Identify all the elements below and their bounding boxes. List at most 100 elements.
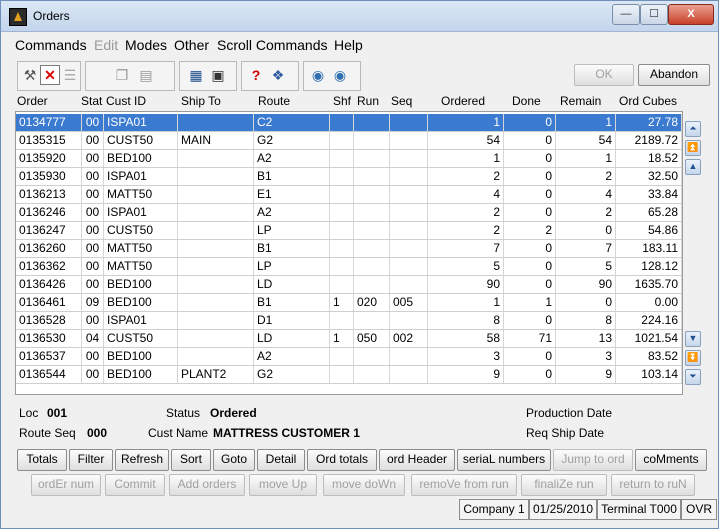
help-book-icon[interactable]: ❖ (270, 67, 286, 83)
window-title: Orders (33, 9, 70, 23)
goto-button[interactable]: Goto (213, 449, 255, 471)
maximize-button[interactable]: ☐ (640, 4, 668, 25)
filter-button[interactable]: Filter (69, 449, 113, 471)
minimize-button[interactable]: — (612, 4, 640, 25)
add-orders-button[interactable]: Add orders (169, 474, 245, 496)
menu-commands[interactable]: Commands (15, 37, 87, 53)
totals-button[interactable]: Totals (17, 449, 67, 471)
globe-icon[interactable]: ◉ (310, 67, 326, 83)
refresh-button[interactable]: Refresh (115, 449, 169, 471)
column-header-remain[interactable]: Remain (560, 94, 601, 108)
cell-order: 0135315 (16, 132, 82, 149)
commit-button[interactable]: Commit (105, 474, 165, 496)
detail-button[interactable]: Detail (257, 449, 305, 471)
menu-scroll-commands[interactable]: Scroll Commands (217, 37, 327, 53)
abandon-button[interactable]: Abandon (638, 64, 710, 86)
table-row[interactable]: 0136426 00 BED100 LD 90 0 90 1635.70 (16, 276, 682, 294)
cell-route: B1 (254, 294, 330, 311)
return-to-run-button[interactable]: return to ruN (611, 474, 695, 496)
paste-icon[interactable]: ▤ (138, 67, 154, 83)
menu-edit[interactable]: Edit (94, 37, 118, 53)
column-header-ordered[interactable]: Ordered (441, 94, 485, 108)
cell-stat: 00 (82, 348, 104, 365)
cell-remain: 0 (556, 294, 616, 311)
help-question-icon[interactable]: ? (248, 67, 264, 83)
cell-route: D1 (254, 312, 330, 329)
cell-stat: 00 (82, 312, 104, 329)
column-header-cust-id[interactable]: Cust ID (106, 94, 146, 108)
column-header-seq[interactable]: Seq (391, 94, 412, 108)
move-up-button[interactable]: move Up (249, 474, 317, 496)
menu-help[interactable]: Help (334, 37, 363, 53)
column-header-order[interactable]: Order (17, 94, 48, 108)
column-header-shf[interactable]: Shf (333, 94, 351, 108)
table-row[interactable]: 0136537 00 BED100 A2 3 0 3 83.52 (16, 348, 682, 366)
table-row[interactable]: 0136213 00 MATT50 E1 4 0 4 33.84 (16, 186, 682, 204)
app-icon (9, 8, 27, 26)
cell-done: 0 (504, 348, 556, 365)
finalize-run-button[interactable]: finaliZe run (521, 474, 607, 496)
orders-table[interactable]: 0134777 00 ISPA01 C2 1 0 1 27.78 0135315 00 CUST50… (15, 111, 683, 395)
table-row[interactable]: 0135920 00 BED100 A2 1 0 1 18.52 (16, 150, 682, 168)
serial-numbers-button[interactable]: seriaL numbers (457, 449, 551, 471)
column-header-done[interactable]: Done (512, 94, 541, 108)
jump-to-ord-button[interactable]: Jump to ord (553, 449, 633, 471)
table-row[interactable]: 0136247 00 CUST50 LP 2 2 0 54.86 (16, 222, 682, 240)
cell-run (354, 240, 390, 257)
scroll-page-down-button[interactable]: ⏬ (685, 350, 701, 366)
cell-shf: 1 (330, 330, 354, 347)
column-header-ord-cubes[interactable]: Ord Cubes (619, 94, 677, 108)
scroll-bottom-button[interactable]: ⏷ (685, 369, 701, 385)
comments-button[interactable]: coMments (635, 449, 707, 471)
table-row[interactable]: 0136246 00 ISPA01 A2 2 0 2 65.28 (16, 204, 682, 222)
globe-search-icon[interactable]: ◉ (332, 67, 348, 83)
column-header-stat[interactable]: Stat (81, 94, 102, 108)
cell-route: A2 (254, 150, 330, 167)
ok-button[interactable]: OK (574, 64, 634, 86)
scroll-page-up-button[interactable]: ⏫ (685, 140, 701, 156)
copy-icon[interactable]: ❐ (114, 67, 130, 83)
scroll-top-button[interactable]: ⏶ (685, 121, 701, 137)
table-row[interactable]: 0136461 09 BED100 B1 1 020 005 1 1 0 0.00 (16, 294, 682, 312)
tools-icon[interactable]: ⚒ (22, 67, 38, 83)
table-row[interactable]: 0136544 00 BED100 PLANT2 G2 9 0 9 103.14 (16, 366, 682, 384)
cell-ord-cubes: 183.11 (616, 240, 682, 257)
ord-header-button[interactable]: ord Header (379, 449, 455, 471)
close-button[interactable]: X (668, 4, 714, 25)
calendar-icon[interactable]: ▣ (210, 67, 226, 83)
cell-stat: 00 (82, 366, 104, 383)
table-row[interactable]: 0136528 00 ISPA01 D1 8 0 8 224.16 (16, 312, 682, 330)
calculator-icon[interactable]: ▦ (188, 67, 204, 83)
move-down-button[interactable]: move doWn (323, 474, 405, 496)
column-header-ship-to[interactable]: Ship To (181, 94, 221, 108)
delete-x-icon[interactable]: ✕ (40, 65, 60, 85)
table-row[interactable]: 0135315 00 CUST50 MAIN G2 54 0 54 2189.72 (16, 132, 682, 150)
remove-from-run-button[interactable]: remoVe from run (411, 474, 517, 496)
cell-ordered: 54 (428, 132, 504, 149)
cell-shf (330, 168, 354, 185)
menu-modes[interactable]: Modes (125, 37, 167, 53)
cell-shf (330, 114, 354, 131)
table-row[interactable]: 0134777 00 ISPA01 C2 1 0 1 27.78 (16, 114, 682, 132)
table-row[interactable]: 0136260 00 MATT50 B1 7 0 7 183.11 (16, 240, 682, 258)
scroll-down-button[interactable]: ▼ (685, 331, 701, 347)
column-header-run[interactable]: Run (357, 94, 379, 108)
toolbar: ⚒ ✕ ☰ ❐ ▤ ▦ ▣ ? ❖ ◉ ◉ OK Abandon (7, 61, 712, 91)
ord-totals-button[interactable]: Ord totals (307, 449, 377, 471)
cell-ordered: 2 (428, 168, 504, 185)
list-icon[interactable]: ☰ (62, 67, 78, 83)
menu-other[interactable]: Other (174, 37, 209, 53)
sort-button[interactable]: Sort (171, 449, 211, 471)
order-num-button[interactable]: ordEr num (31, 474, 101, 496)
cell-stat: 00 (82, 186, 104, 203)
table-row[interactable]: 0135930 00 ISPA01 B1 2 0 2 32.50 (16, 168, 682, 186)
cell-ordered: 2 (428, 222, 504, 239)
cell-remain: 7 (556, 240, 616, 257)
route-seq-value: 000 (87, 426, 108, 440)
cell-ship-to (178, 150, 254, 167)
column-header-route[interactable]: Route (258, 94, 290, 108)
table-row[interactable]: 0136362 00 MATT50 LP 5 0 5 128.12 (16, 258, 682, 276)
cell-route: LD (254, 276, 330, 293)
scroll-up-button[interactable]: ▲ (685, 159, 701, 175)
table-row[interactable]: 0136530 04 CUST50 LD 1 050 002 58 71 13 1021.54 (16, 330, 682, 348)
